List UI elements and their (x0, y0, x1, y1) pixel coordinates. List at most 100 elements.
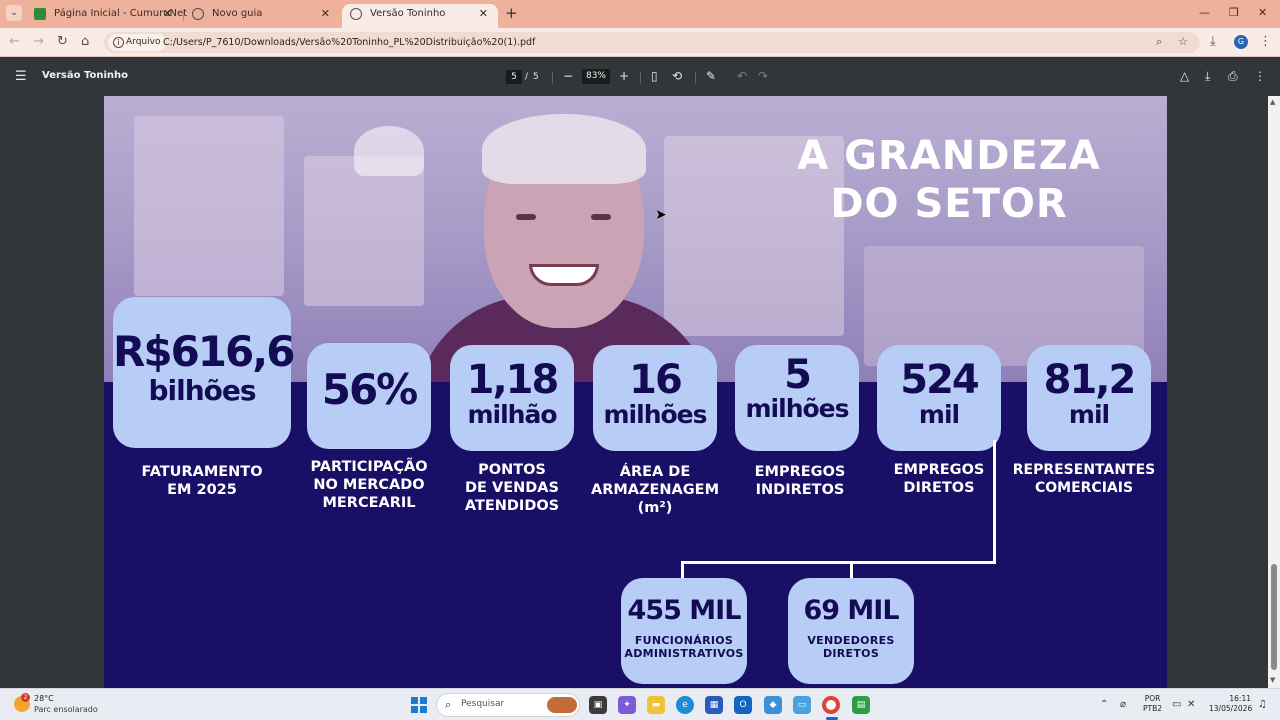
pdf-viewport[interactable]: A GRANDEZA DO SETOR R$616,6 bilhões FATU… (0, 96, 1280, 688)
new-tab-button[interactable]: + (505, 5, 518, 21)
address-bar[interactable]: i Arquivo C:/Users/P_7610/Downloads/Vers… (104, 32, 1200, 53)
headline-line: DO SETOR (830, 181, 1068, 227)
stat-unit: mil (918, 400, 960, 429)
download-icon[interactable]: ⤓ (1205, 69, 1210, 83)
edge-browser-icon[interactable]: e (676, 696, 694, 714)
chevron-up-icon[interactable]: ⌃ (1100, 699, 1108, 710)
stat-label-sales-reps: REPRESENTANTES COMERCIAIS (1006, 461, 1162, 497)
tab-strip: ⌄ Página Inicial - CumuruNet ✕ Novo guia… (0, 0, 1280, 28)
system-clock[interactable]: 16:11 13/05/2026 (1209, 694, 1253, 714)
home-icon[interactable]: ⌂ (81, 34, 89, 50)
back-arrow-icon[interactable]: ← (9, 34, 20, 50)
store-icon[interactable]: ▦ (705, 696, 723, 714)
stat-unit: milhões (745, 394, 850, 423)
headline-line: A GRANDEZA (797, 133, 1101, 179)
label-line: NO MERCADO (313, 477, 425, 493)
stat-value: 16 (629, 357, 683, 403)
toolbar-divider (695, 72, 696, 84)
search-highlight-image (547, 697, 577, 713)
redo-icon[interactable]: ↷ (758, 69, 768, 83)
breakdown-card-sellers: 69 MIL VENDEDORES DIRETOS (788, 578, 914, 684)
task-view-icon[interactable]: ▣ (589, 696, 607, 714)
label-line: COMERCIAIS (1034, 480, 1134, 496)
annotate-icon[interactable]: ✎ (706, 69, 716, 83)
more-menu-icon[interactable]: ⋮ (1259, 34, 1272, 50)
menu-icon[interactable]: ☰ (15, 70, 27, 84)
network-app-icon[interactable]: ◆ (764, 696, 782, 714)
language-line: POR (1144, 694, 1161, 703)
label-line: ADMINISTRATIVOS (624, 647, 744, 660)
page-number-input[interactable]: 5 (506, 70, 522, 84)
rotate-icon[interactable]: ⟲ (672, 69, 682, 83)
zoom-magnifier-icon[interactable]: ⌕ (1156, 35, 1162, 49)
page-separator: / (525, 72, 529, 82)
label-line: PONTOS (478, 462, 546, 478)
restore-icon[interactable]: ❐ (1229, 6, 1239, 19)
tab-novo-guia[interactable]: Novo guia ✕ (184, 4, 340, 28)
url-text[interactable]: C:/Users/P_7610/Downloads/Versão%20Tonin… (163, 32, 535, 53)
vertical-scrollbar[interactable]: ▲ ▼ (1268, 96, 1280, 688)
tab-versao-toninho[interactable]: Versão Toninho ✕ (342, 4, 498, 28)
stat-card-indirect-jobs: 5 milhões (735, 345, 859, 451)
zoom-out-icon[interactable]: − (563, 69, 573, 83)
label-line: REPRESENTANTES (1012, 462, 1156, 478)
taskbar-search[interactable]: ⌕ Pesquisar (436, 693, 580, 717)
close-window-icon[interactable]: ✕ (1258, 6, 1267, 19)
lamp-blur (354, 126, 424, 176)
breakdown-card-admin: 455 MIL FUNCIONÁRIOS ADMINISTRATIVOS (621, 578, 747, 684)
stat-label-share: PARTICIPAÇÃO NO MERCADO MERCEARIL (299, 458, 439, 512)
clock-time: 16:11 (1229, 694, 1251, 703)
tab-cumurunet[interactable]: Página Inicial - CumuruNet ✕ (26, 4, 187, 28)
close-icon[interactable]: ✕ (321, 4, 330, 24)
eye (591, 214, 611, 220)
more-options-icon[interactable]: ⋮ (1254, 69, 1266, 83)
tab-search-button[interactable]: ⌄ (6, 5, 22, 21)
minimize-icon[interactable]: — (1199, 6, 1210, 19)
profile-avatar[interactable]: G (1234, 35, 1248, 49)
display-icon[interactable]: ▭ (1172, 699, 1181, 710)
shelf-blur (134, 116, 284, 296)
notification-bell-icon[interactable]: ♫ (1258, 699, 1267, 710)
reload-icon[interactable]: ↻ (57, 34, 68, 50)
stat-card-direct-jobs: 524 mil (877, 345, 1001, 451)
outlook-icon[interactable]: O (734, 696, 752, 714)
cn-favicon-icon (34, 8, 46, 20)
breakdown-label: VENDEDORES DIRETOS (788, 634, 914, 660)
excel-icon[interactable]: ▤ (852, 696, 870, 714)
breakdown-label: FUNCIONÁRIOS ADMINISTRATIVOS (621, 634, 747, 660)
info-icon: i (113, 37, 124, 48)
remote-desktop-icon[interactable]: ▭ (793, 696, 811, 714)
file-explorer-icon[interactable]: ▬ (647, 696, 665, 714)
copilot-icon[interactable]: ✦ (618, 696, 636, 714)
start-button-icon[interactable] (411, 697, 427, 713)
connector-vertical (993, 440, 996, 564)
label-line: EMPREGOS (893, 462, 985, 478)
label-line: ATENDIDOS (464, 498, 560, 514)
label-line: FATURAMENTO (141, 464, 263, 480)
eye (516, 214, 536, 220)
clock-date: 13/05/2026 (1209, 704, 1253, 713)
close-icon[interactable]: ✕ (479, 4, 488, 24)
breakdown-value: 455 MIL (627, 595, 742, 626)
network-icon[interactable]: ⌀ (1120, 699, 1126, 710)
label-line: INDIRETOS (755, 482, 845, 498)
scroll-up-icon[interactable]: ▲ (1270, 98, 1275, 106)
site-info-chip[interactable]: i Arquivo (108, 34, 167, 51)
language-indicator[interactable]: POR PTB2 (1143, 694, 1162, 714)
drive-icon[interactable]: △ (1180, 69, 1189, 83)
fit-page-icon[interactable]: ▯ (651, 69, 658, 83)
downloads-icon[interactable]: ⤓ (1210, 34, 1216, 50)
bookmark-star-icon[interactable]: ☆ (1178, 35, 1188, 48)
print-icon[interactable]: ⎙ (1228, 69, 1238, 83)
close-icon[interactable]: ✕ (163, 4, 172, 24)
zoom-input[interactable]: 83% (582, 69, 610, 84)
zoom-in-icon[interactable]: + (619, 69, 629, 83)
chrome-icon[interactable] (822, 696, 840, 714)
scrollbar-thumb[interactable] (1271, 564, 1277, 670)
scroll-down-icon[interactable]: ▼ (1270, 676, 1275, 684)
pdf-page: A GRANDEZA DO SETOR R$616,6 bilhões FATU… (104, 96, 1167, 688)
label-line: ARMAZENAGEM (590, 482, 720, 498)
undo-icon[interactable]: ↶ (737, 69, 747, 83)
forward-arrow-icon[interactable]: → (33, 34, 44, 50)
speaker-muted-icon[interactable]: ✕ (1187, 699, 1195, 710)
